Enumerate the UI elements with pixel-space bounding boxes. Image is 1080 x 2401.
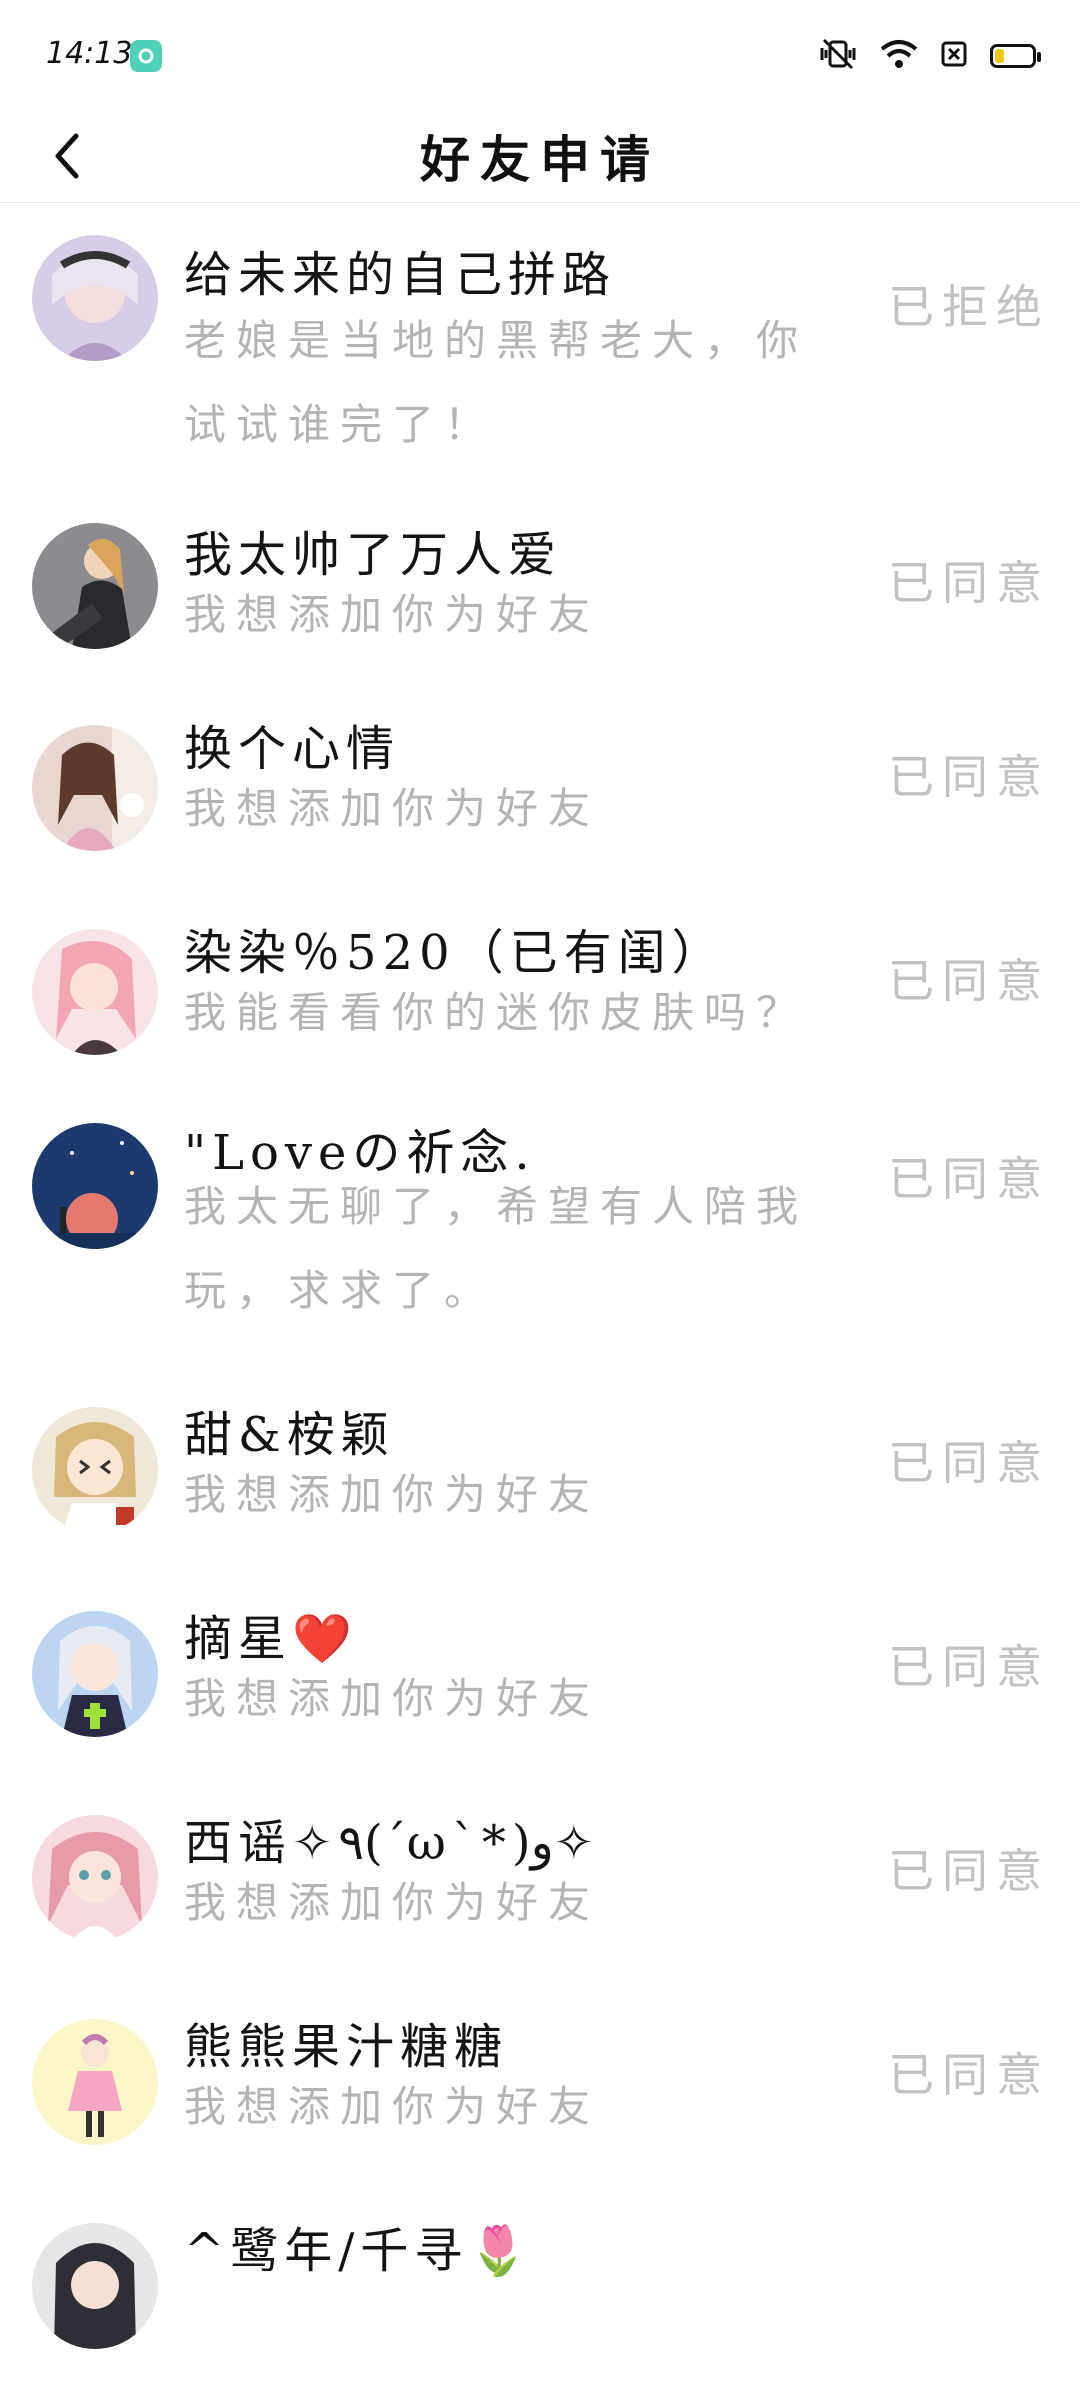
request-status: 已同意 — [888, 556, 1050, 610]
request-status: 已同意 — [888, 1152, 1050, 1206]
friend-request-item[interactable]: 给未来的自己拼路 老娘是当地的黑帮老大，你试试谁完了！ 已拒绝 — [0, 203, 1080, 487]
request-message: 我想添加你为好友 — [184, 590, 601, 639]
avatar — [32, 2223, 158, 2349]
status-time: 14:13 — [46, 36, 133, 71]
request-message: 我想添加你为好友 — [184, 2082, 601, 2131]
app-notification-icon — [130, 40, 162, 72]
avatar — [32, 523, 158, 649]
wifi-icon — [880, 39, 918, 73]
avatar — [32, 1611, 158, 1737]
header: 好友申请 — [0, 110, 1080, 203]
friend-request-item[interactable]: 染染％520（已有闺） 我能看看你的迷你皮肤吗？ 已同意 — [0, 895, 1080, 1097]
request-message: 我想添加你为好友 — [184, 1470, 601, 1519]
friend-request-item[interactable]: 甜&桉颖 我想添加你为好友 已同意 — [0, 1381, 1080, 1585]
status-icons — [818, 38, 1041, 74]
requester-name: 给未来的自己拼路 — [184, 247, 617, 303]
avatar — [32, 725, 158, 851]
friend-request-item[interactable]: 西谣✧٩(ˊωˋ*)و✧ 我想添加你为好友 已同意 — [0, 1789, 1080, 1993]
request-message: 我太无聊了，希望有人陪我玩，求求了。 — [184, 1182, 809, 1315]
friend-request-item[interactable]: ^鹭年/千寻🌷 — [0, 2197, 1080, 2401]
requester-name: ^鹭年/千寻🌷 — [184, 2223, 535, 2279]
sim-icon — [940, 40, 968, 72]
friend-request-item[interactable]: 摘星❤️ 我想添加你为好友 已同意 — [0, 1585, 1080, 1789]
status-bar: 14:13 — [0, 0, 1080, 110]
request-status: 已同意 — [888, 750, 1050, 804]
page-title: 好友申请 — [420, 130, 660, 189]
back-button[interactable] — [36, 124, 100, 188]
avatar — [32, 929, 158, 1055]
battery-level — [995, 49, 1004, 63]
avatar — [32, 1815, 158, 1941]
request-message: 老娘是当地的黑帮老大，你试试谁完了！ — [184, 316, 809, 449]
request-status: 已同意 — [888, 2048, 1050, 2102]
avatar — [32, 1123, 158, 1249]
friend-request-list: 给未来的自己拼路 老娘是当地的黑帮老大，你试试谁完了！ 已拒绝 我太帅了万人爱 … — [0, 203, 1080, 2401]
avatar — [32, 2019, 158, 2145]
request-message: 我能看看你的迷你皮肤吗？ — [184, 988, 809, 1037]
request-status: 已同意 — [888, 954, 1050, 1008]
friend-request-item[interactable]: 我太帅了万人爱 我想添加你为好友 已同意 — [0, 487, 1080, 691]
request-status: 已同意 — [888, 1436, 1050, 1490]
battery-icon — [990, 44, 1041, 68]
request-status: 已同意 — [888, 1844, 1050, 1898]
vibrate-mute-icon — [818, 38, 858, 74]
request-message: 我想添加你为好友 — [184, 1674, 601, 1723]
request-status: 已拒绝 — [888, 280, 1050, 334]
friend-request-item[interactable]: "Loveの祈念. 我太无聊了，希望有人陪我玩，求求了。 已同意 — [0, 1097, 1080, 1381]
avatar — [32, 1407, 158, 1533]
friend-request-item[interactable]: 熊熊果汁糖糖 我想添加你为好友 已同意 — [0, 1993, 1080, 2197]
chevron-left-icon — [55, 133, 79, 179]
request-status: 已同意 — [888, 1640, 1050, 1694]
friend-request-item[interactable]: 换个心情 我想添加你为好友 已同意 — [0, 691, 1080, 895]
request-message: 我想添加你为好友 — [184, 1878, 601, 1927]
request-message: 我想添加你为好友 — [184, 784, 601, 833]
avatar — [32, 235, 158, 361]
